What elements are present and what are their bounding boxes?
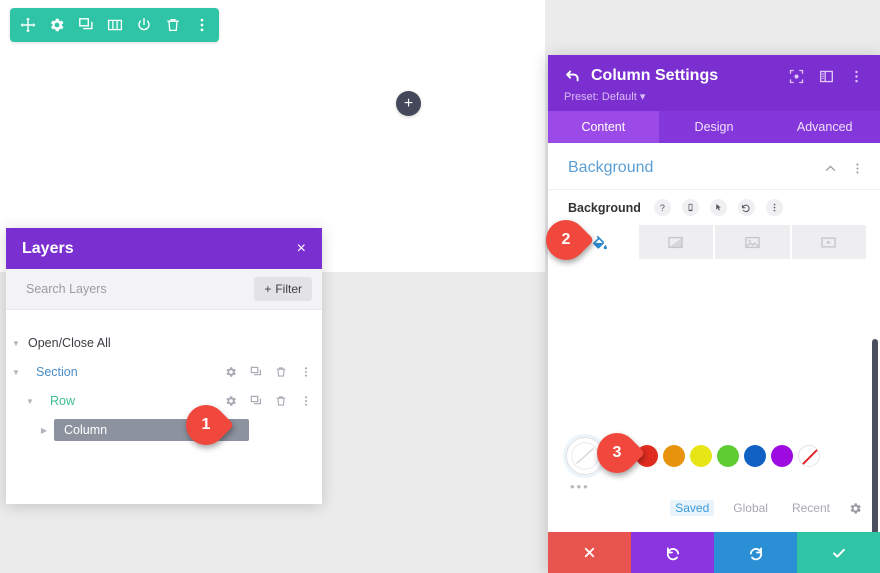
panel-scrollbar[interactable] <box>872 339 878 532</box>
palette-tab-global[interactable]: Global <box>728 500 773 516</box>
step-marker-1: 1 <box>177 396 240 454</box>
back-arrow-icon[interactable] <box>564 68 581 85</box>
duplicate-icon[interactable] <box>249 395 262 408</box>
modal-footer <box>548 532 880 573</box>
layer-label-section[interactable]: Section <box>26 361 224 383</box>
focus-icon[interactable] <box>789 69 804 84</box>
tab-design[interactable]: Design <box>659 111 770 143</box>
swatch-yellow[interactable] <box>690 445 712 467</box>
move-icon[interactable] <box>19 17 36 34</box>
layout-split-icon[interactable] <box>819 69 834 84</box>
layers-tree: ▼ Open/Close All ▼ Section ▼ Row ▶ Colum… <box>6 310 322 441</box>
step-marker-2: 2 <box>537 211 600 269</box>
palette-tab-saved[interactable]: Saved <box>670 500 715 516</box>
power-icon[interactable] <box>135 17 152 34</box>
cancel-button[interactable] <box>548 532 631 573</box>
open-close-all-label: Open/Close All <box>28 336 111 350</box>
swatch-purple[interactable] <box>771 445 793 467</box>
gear-icon[interactable] <box>249 424 262 437</box>
background-gradient-tab[interactable] <box>638 225 713 259</box>
layers-panel-header: Layers × <box>6 228 322 269</box>
tab-content[interactable]: Content <box>548 111 659 143</box>
chevron-up-icon[interactable] <box>824 162 837 175</box>
open-close-all-row[interactable]: ▼ Open/Close All <box>6 332 322 354</box>
more-colors-button[interactable]: ••• <box>548 479 880 498</box>
tab-advanced[interactable]: Advanced <box>769 111 880 143</box>
swatch-transparent[interactable] <box>798 445 820 467</box>
duplicate-icon[interactable] <box>249 366 262 379</box>
chevron-down-icon[interactable]: ▼ <box>6 368 26 377</box>
responsive-phone-icon[interactable] <box>681 199 699 216</box>
kebab-menu-icon[interactable] <box>299 395 312 408</box>
column-settings-modal[interactable]: Column Settings Preset: Default ▾ Conten… <box>548 55 880 573</box>
gear-icon[interactable] <box>224 366 237 379</box>
chevron-down-icon: ▾ <box>639 91 646 103</box>
duplicate-icon[interactable] <box>274 424 287 437</box>
background-field-label: Background <box>568 200 641 215</box>
step-marker-3: 3 <box>588 424 651 482</box>
page-title: Column Settings <box>591 67 719 84</box>
reset-undo-icon[interactable] <box>737 199 755 216</box>
kebab-menu-icon[interactable] <box>765 199 783 216</box>
filter-button[interactable]: + Filter <box>254 277 312 301</box>
filter-button-label: Filter <box>275 282 302 296</box>
swatch-blue[interactable] <box>744 445 766 467</box>
swatch-orange[interactable] <box>663 445 685 467</box>
module-toolbar[interactable] <box>10 8 219 42</box>
trash-icon[interactable] <box>274 395 287 408</box>
chevron-down-icon[interactable]: ▼ <box>20 397 40 406</box>
marker-number: 1 <box>201 416 211 433</box>
hover-cursor-icon[interactable] <box>709 199 727 216</box>
duplicate-icon[interactable] <box>77 17 94 34</box>
modal-header: Column Settings Preset: Default ▾ <box>548 55 880 111</box>
marker-number: 3 <box>612 444 622 461</box>
background-section-header[interactable]: Background <box>548 143 880 190</box>
modal-tabs: Content Design Advanced <box>548 111 880 143</box>
kebab-menu-icon[interactable] <box>299 366 312 379</box>
help-icon[interactable]: ? <box>653 199 671 216</box>
undo-button[interactable] <box>631 532 714 573</box>
table-row[interactable]: ▼ Section <box>6 361 322 383</box>
marker-number: 2 <box>561 231 571 248</box>
save-button[interactable] <box>797 532 880 573</box>
add-module-button[interactable]: + <box>396 91 421 116</box>
preset-selector[interactable]: Preset: Default ▾ <box>564 90 864 103</box>
chevron-down-icon[interactable]: ▼ <box>6 339 26 348</box>
palette-tab-recent[interactable]: Recent <box>787 500 835 516</box>
kebab-menu-icon[interactable] <box>299 424 312 437</box>
search-input[interactable]: Search Layers <box>26 282 107 296</box>
layers-panel-title: Layers <box>22 239 74 257</box>
trash-icon[interactable] <box>164 17 181 34</box>
kebab-menu-icon[interactable] <box>849 69 864 84</box>
filter-plus-icon: + <box>264 282 272 296</box>
background-image-tab[interactable] <box>715 225 790 259</box>
close-icon[interactable]: × <box>297 240 306 257</box>
layers-panel[interactable]: Layers × Search Layers + Filter ▼ Open/C… <box>6 228 322 504</box>
layers-search-bar[interactable]: Search Layers + Filter <box>6 269 322 310</box>
columns-icon[interactable] <box>106 17 123 34</box>
palette-tabs: Saved Global Recent <box>548 498 880 532</box>
row-actions <box>249 424 322 437</box>
kebab-menu-icon[interactable] <box>193 17 210 34</box>
background-video-tab[interactable] <box>791 225 866 259</box>
chevron-right-icon[interactable]: ▶ <box>34 426 54 435</box>
redo-button[interactable] <box>714 532 797 573</box>
table-row[interactable]: ▼ Row <box>6 390 322 412</box>
gear-icon[interactable] <box>48 17 65 34</box>
add-module-plus: + <box>403 94 414 112</box>
preset-label: Preset: Default <box>564 91 637 103</box>
kebab-menu-icon[interactable] <box>851 162 864 175</box>
background-section-title: Background <box>568 159 654 176</box>
gear-icon[interactable] <box>849 502 862 515</box>
table-row[interactable]: ▶ Column <box>6 419 322 441</box>
trash-icon[interactable] <box>274 366 287 379</box>
swatch-green[interactable] <box>717 445 739 467</box>
row-actions <box>224 366 322 379</box>
